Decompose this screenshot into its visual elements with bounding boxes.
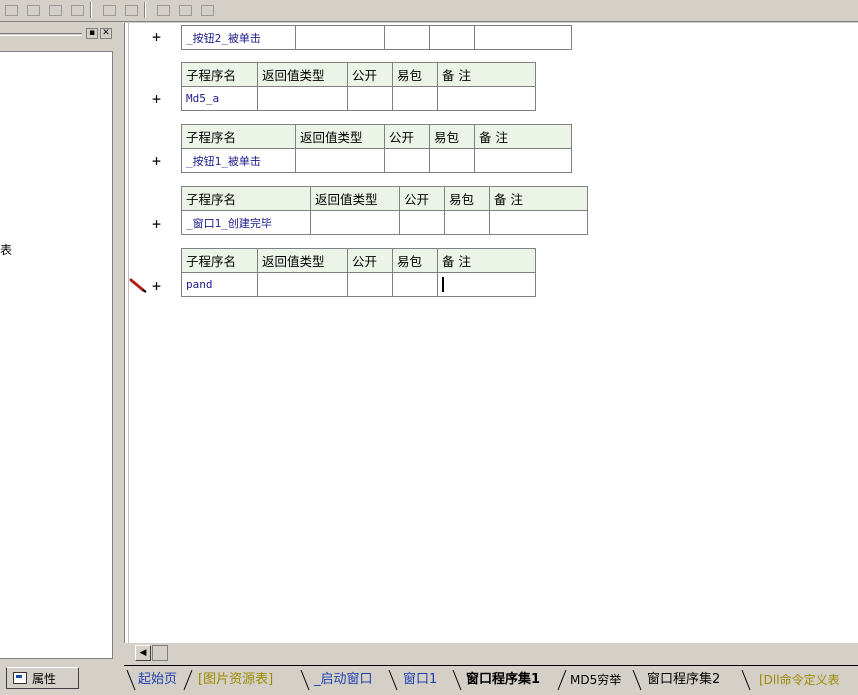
edit-pen-icon: [129, 278, 147, 293]
subroutine-table: _按钮2_被单击: [181, 25, 572, 50]
tab-separator: [632, 669, 642, 691]
column-header-remark: 备 注: [489, 186, 588, 211]
subroutine-name-cell[interactable]: pand: [181, 272, 258, 297]
column-header-easy-package: 易包: [429, 124, 475, 149]
scroll-right-button[interactable]: [152, 645, 168, 661]
scroll-left-icon[interactable]: ◀: [135, 645, 151, 661]
center-in-form-icon[interactable]: [198, 1, 216, 19]
remark-cell[interactable]: [474, 148, 572, 173]
easy-package-cell[interactable]: [392, 86, 438, 111]
return-type-cell[interactable]: [310, 210, 400, 235]
panel-grip[interactable]: [0, 33, 82, 36]
easy-package-cell[interactable]: [429, 25, 475, 50]
return-type-cell[interactable]: [257, 86, 348, 111]
column-header-public: 公开: [347, 62, 393, 87]
remark-cell[interactable]: [437, 272, 536, 297]
toolbar-divider: [144, 2, 146, 18]
column-header-easy-package: 易包: [392, 62, 438, 87]
tab-md5-brute[interactable]: MD5穷举: [566, 669, 625, 691]
left-panel: ▪ ✕ 表: [0, 23, 122, 665]
column-header-return-type: 返回值类型: [257, 62, 348, 87]
tree-item[interactable]: 表: [0, 241, 12, 258]
tab-separator: [452, 669, 462, 691]
column-header-public: 公开: [399, 186, 445, 211]
tab-separator: [300, 669, 310, 691]
subroutine-table: 子程序名 返回值类型 公开 易包 备 注 _按钮1_被单击: [181, 124, 572, 173]
expand-icon[interactable]: +: [152, 154, 161, 169]
column-header-name: 子程序名: [181, 62, 258, 87]
tab-startup-window[interactable]: _启动窗口: [310, 669, 377, 691]
align-middle-icon[interactable]: [68, 1, 86, 19]
tab-separator: [741, 669, 751, 691]
subroutine-name-cell[interactable]: _窗口1_创建完毕: [181, 210, 311, 235]
code-editor[interactable]: [124, 23, 858, 643]
remark-cell[interactable]: [437, 86, 536, 111]
column-header-name: 子程序名: [181, 248, 258, 273]
tab-image-resources[interactable]: [图片资源表]: [194, 669, 277, 691]
easy-package-cell[interactable]: [392, 272, 438, 297]
tab-window-program-set1[interactable]: 窗口程序集1: [462, 669, 544, 691]
public-cell[interactable]: [347, 272, 393, 297]
column-header-remark: 备 注: [437, 248, 536, 273]
column-header-public: 公开: [384, 124, 430, 149]
column-header-easy-package: 易包: [392, 248, 438, 273]
align-left-icon[interactable]: [2, 1, 20, 19]
column-header-return-type: 返回值类型: [310, 186, 400, 211]
subroutine-name-cell[interactable]: _按钮1_被单击: [181, 148, 296, 173]
document-tabs: 起始页 [图片资源表] _启动窗口 窗口1 窗口程序集1 MD5穷举 窗口程序集…: [124, 665, 858, 695]
same-width-icon[interactable]: [100, 1, 118, 19]
public-cell[interactable]: [384, 148, 430, 173]
tab-separator: [183, 669, 193, 691]
toolbar: [0, 0, 858, 22]
subroutine-table: 子程序名 返回值类型 公开 易包 备 注 _窗口1_创建完毕: [181, 186, 588, 235]
expand-icon[interactable]: +: [152, 30, 161, 45]
column-header-public: 公开: [347, 248, 393, 273]
return-type-cell[interactable]: [257, 272, 348, 297]
subroutine-table: 子程序名 返回值类型 公开 易包 备 注 Md5_a: [181, 62, 536, 111]
tab-dll-commands[interactable]: [Dll命令定义表: [755, 669, 844, 691]
space-vertical-icon[interactable]: [176, 1, 194, 19]
project-tree[interactable]: 表: [0, 51, 113, 659]
public-cell[interactable]: [399, 210, 445, 235]
column-header-name: 子程序名: [181, 124, 296, 149]
column-header-remark: 备 注: [437, 62, 536, 87]
minimize-icon[interactable]: ▪: [86, 28, 98, 39]
easy-package-cell[interactable]: [444, 210, 490, 235]
column-header-easy-package: 易包: [444, 186, 490, 211]
tab-separator: [388, 669, 398, 691]
easy-package-cell[interactable]: [429, 148, 475, 173]
return-type-cell[interactable]: [295, 25, 385, 50]
column-header-name: 子程序名: [181, 186, 311, 211]
column-header-remark: 备 注: [474, 124, 572, 149]
properties-icon: [13, 672, 27, 684]
close-icon[interactable]: ✕: [100, 28, 112, 39]
subroutine-table: 子程序名 返回值类型 公开 易包 备 注 pand: [181, 248, 536, 297]
properties-tab-label: 属性: [32, 671, 57, 686]
tab-window1[interactable]: 窗口1: [399, 669, 441, 691]
toolbar-divider: [90, 2, 92, 18]
horizontal-scrollbar[interactable]: ◀: [124, 643, 858, 663]
expand-icon[interactable]: +: [152, 217, 161, 232]
column-header-return-type: 返回值类型: [257, 248, 348, 273]
public-cell[interactable]: [384, 25, 430, 50]
subroutine-name-cell[interactable]: _按钮2_被单击: [181, 25, 296, 50]
properties-tab[interactable]: 属性: [6, 667, 79, 689]
left-panel-header: ▪ ✕: [0, 27, 120, 41]
editor-gutter: [125, 23, 129, 643]
subroutine-name-cell[interactable]: Md5_a: [181, 86, 258, 111]
align-top-icon[interactable]: [46, 1, 64, 19]
expand-icon[interactable]: +: [152, 279, 161, 294]
remark-cell[interactable]: [489, 210, 588, 235]
expand-icon[interactable]: +: [152, 92, 161, 107]
align-center-icon[interactable]: [24, 1, 42, 19]
public-cell[interactable]: [347, 86, 393, 111]
column-header-return-type: 返回值类型: [295, 124, 385, 149]
remark-cell[interactable]: [474, 25, 572, 50]
return-type-cell[interactable]: [295, 148, 385, 173]
text-caret: [442, 277, 444, 292]
tab-window-program-set2[interactable]: 窗口程序集2: [643, 669, 724, 691]
tab-start-page[interactable]: 起始页: [134, 669, 181, 691]
space-horizontal-icon[interactable]: [154, 1, 172, 19]
same-height-icon[interactable]: [122, 1, 140, 19]
